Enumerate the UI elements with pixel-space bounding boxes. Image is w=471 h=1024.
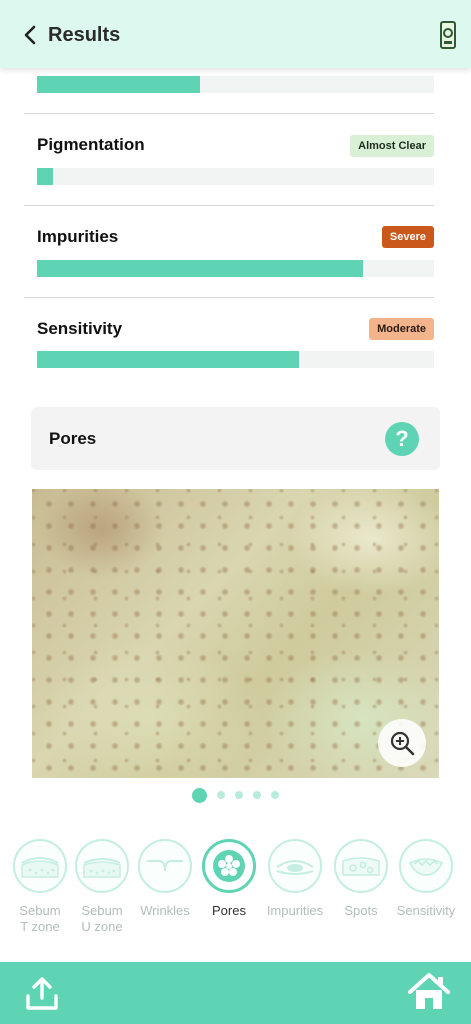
metric-fill: [37, 76, 200, 93]
chevron-left-icon: [24, 25, 36, 45]
section-header-pores: Pores ?: [31, 407, 440, 470]
metric-row-top: [24, 68, 434, 113]
zoom-button[interactable]: [378, 719, 426, 767]
pager-dot[interactable]: [253, 791, 261, 799]
category-label: Spots: [344, 903, 378, 918]
metric-row-pigmentation[interactable]: Pigmentation Almost Clear: [24, 114, 434, 205]
image-pager: [0, 787, 471, 803]
category-sebum-u-zone[interactable]: Sebum U zone: [72, 839, 132, 935]
metric-track: [37, 76, 434, 93]
device-icon: [440, 21, 456, 49]
metric-row-impurities[interactable]: Impurities Severe: [24, 206, 434, 297]
category-label: Wrinkles: [140, 903, 190, 918]
share-icon: [26, 977, 58, 1010]
bottom-nav: [0, 962, 471, 1024]
page-title: Results: [48, 23, 121, 46]
spots-icon: [334, 839, 388, 893]
category-sebum-t-zone[interactable]: Sebum T zone: [10, 839, 70, 935]
sebum-u-zone-icon: [75, 839, 129, 893]
pager-dot[interactable]: [217, 791, 225, 799]
back-button[interactable]: Results: [22, 20, 132, 50]
category-label: Pores: [212, 903, 246, 918]
wrinkles-icon: [138, 839, 192, 893]
metric-fill: [37, 168, 53, 185]
category-label: Sebum U zone: [81, 903, 123, 934]
category-wrinkles[interactable]: Wrinkles: [135, 839, 195, 919]
impurities-icon: [268, 839, 322, 893]
category-spots[interactable]: Spots: [331, 839, 391, 919]
category-label: Sebum T zone: [19, 903, 61, 934]
metric-row-sensitivity[interactable]: Sensitivity Moderate: [24, 298, 434, 378]
pager-dot[interactable]: [192, 787, 207, 803]
metric-name: Impurities: [37, 227, 119, 246]
home-button[interactable]: [407, 971, 451, 1013]
home-icon: [408, 973, 450, 1009]
status-badge: Severe: [381, 226, 434, 248]
metric-track: [37, 260, 434, 277]
category-sensitivity[interactable]: Sensitivity: [396, 839, 456, 919]
section-title: Pores: [49, 429, 97, 448]
device-button[interactable]: [439, 20, 457, 50]
pager-dot[interactable]: [271, 791, 279, 799]
pager-dot[interactable]: [235, 791, 243, 799]
metric-track: [37, 351, 434, 368]
metric-fill: [37, 260, 363, 277]
metric-track: [37, 168, 434, 185]
metric-name: Sensitivity: [37, 319, 123, 338]
metric-name: Pigmentation: [37, 135, 145, 154]
metric-fill: [37, 351, 300, 368]
category-label: Impurities: [266, 903, 324, 918]
sebum-t-zone-icon: [13, 839, 67, 893]
status-badge: Moderate: [369, 318, 434, 340]
skin-analysis-image[interactable]: [32, 489, 439, 778]
pores-icon: [202, 839, 256, 893]
zoom-in-icon: [390, 731, 415, 756]
help-button[interactable]: ?: [385, 422, 419, 456]
category-label: Sensitivity: [396, 903, 456, 918]
category-pores[interactable]: Pores: [199, 839, 259, 919]
sensitivity-icon: [399, 839, 453, 893]
pore-texture: [32, 489, 439, 778]
status-badge: Almost Clear: [350, 135, 434, 157]
share-button[interactable]: [22, 974, 62, 1014]
app-header: Results: [0, 0, 471, 68]
category-impurities[interactable]: Impurities: [265, 839, 325, 919]
question-mark-icon: ?: [395, 426, 409, 451]
